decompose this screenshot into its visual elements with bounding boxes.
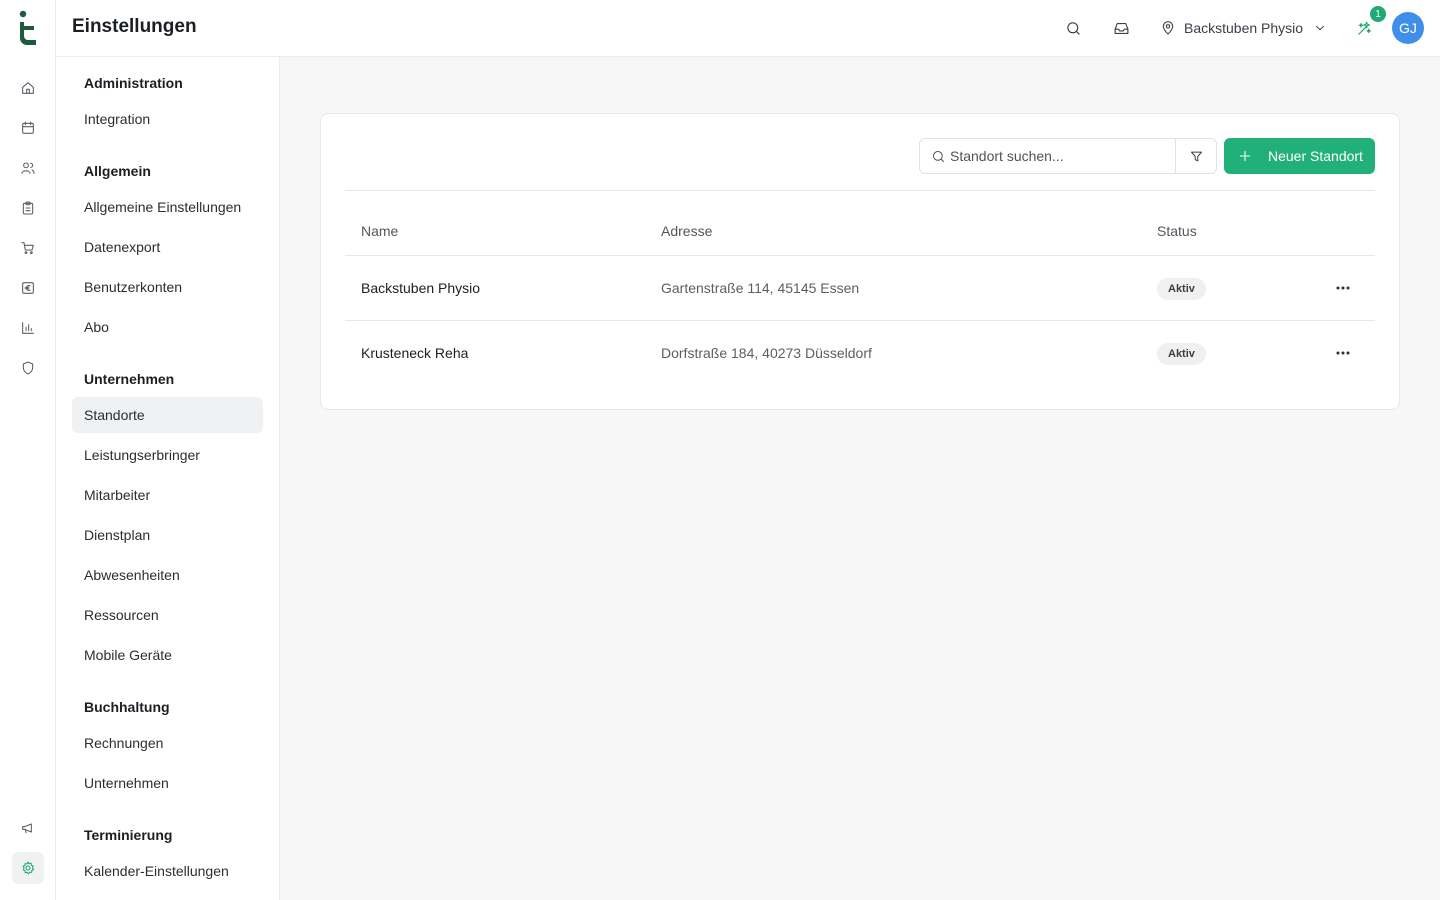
nav-heading: Unternehmen [84, 371, 175, 387]
sidebar-item-rechnungen[interactable]: Rechnungen [72, 725, 263, 761]
nav-heading: Allgemein [84, 163, 151, 179]
nav-group-administration: Administration Integration [72, 65, 263, 141]
icon-rail [0, 0, 56, 900]
settings-sidebar: Administration Integration Allgemein All… [56, 57, 280, 900]
sidebar-item-unternehmen[interactable]: Unternehmen [72, 765, 263, 801]
row-menu-button[interactable] [1329, 276, 1357, 300]
top-bar: Einstellungen Backstuben Physio 1 GJ [56, 0, 1440, 57]
sidebar-item-standorte[interactable]: Standorte [72, 397, 263, 433]
sidebar-item-leistungserbringer[interactable]: Leistungserbringer [72, 437, 263, 473]
nav-group-terminierung: Terminierung Kalender-Einstellungen [72, 817, 263, 893]
users-icon[interactable] [12, 152, 44, 184]
sidebar-item-benutzerkonten[interactable]: Benutzerkonten [72, 269, 263, 305]
location-name: Krusteneck Reha [361, 345, 469, 361]
sidebar-item-abo[interactable]: Abo [72, 309, 263, 345]
location-address: Gartenstraße 114, 45145 Essen [661, 280, 860, 296]
sidebar-item-ressourcen[interactable]: Ressourcen [72, 597, 263, 633]
status-badge: Aktiv [1157, 278, 1206, 300]
location-selector[interactable]: Backstuben Physio [1160, 14, 1327, 42]
home-icon[interactable] [12, 72, 44, 104]
shield-icon[interactable] [12, 352, 44, 384]
chevron-down-icon [1316, 25, 1325, 31]
sidebar-item-mobile-geraete[interactable]: Mobile Geräte [72, 637, 263, 673]
location-name: Backstuben Physio [361, 280, 481, 296]
column-header-status[interactable]: Status [1157, 223, 1197, 239]
more-horizontal-icon [1336, 351, 1350, 355]
search-icon[interactable] [1061, 16, 1085, 40]
new-location-button-label: Neuer Standort [1268, 148, 1363, 164]
notification-badge: 1 [1370, 6, 1386, 22]
nav-group-unternehmen: Unternehmen Standorte Leistungserbringer… [72, 361, 263, 677]
table-row[interactable]: Krusteneck Reha Dorfstraße 184, 40273 Dü… [345, 321, 1375, 386]
sidebar-item-integration[interactable]: Integration [72, 101, 263, 137]
sidebar-item-allgemeine-einstellungen[interactable]: Allgemeine Einstellungen [72, 189, 263, 225]
sidebar-item-dienstplan[interactable]: Dienstplan [72, 517, 263, 553]
euro-icon[interactable] [12, 272, 44, 304]
page-title: Einstellungen [72, 16, 197, 37]
map-pin-icon [1162, 21, 1174, 35]
app-logo[interactable] [16, 10, 40, 46]
status-badge: Aktiv [1157, 343, 1206, 365]
sidebar-item-datenexport[interactable]: Datenexport [72, 229, 263, 265]
avatar[interactable]: GJ [1392, 12, 1424, 44]
locations-toolbar: Neuer Standort [321, 114, 1401, 191]
filter-icon [1190, 151, 1202, 161]
inbox-icon[interactable] [1109, 16, 1133, 40]
location-selector-label: Backstuben Physio [1184, 20, 1304, 36]
calendar-icon[interactable] [12, 112, 44, 144]
sidebar-item-abwesenheiten[interactable]: Abwesenheiten [72, 557, 263, 593]
sidebar-item-kalender-einstellungen[interactable]: Kalender-Einstellungen [72, 853, 263, 889]
column-header-name[interactable]: Name [361, 223, 398, 239]
location-search [919, 138, 1217, 174]
more-horizontal-icon [1336, 286, 1350, 290]
nav-group-allgemein: Allgemein Allgemeine Einstellungen Daten… [72, 153, 263, 349]
megaphone-icon[interactable] [12, 812, 44, 844]
main-content: Neuer Standort Name Adresse Status Backs… [280, 57, 1440, 900]
nav-heading: Terminierung [84, 827, 173, 843]
bar-chart-icon[interactable] [12, 312, 44, 344]
nav-heading: Buchhaltung [84, 699, 170, 715]
nav-group-buchhaltung: Buchhaltung Rechnungen Unternehmen [72, 689, 263, 805]
search-input[interactable] [950, 141, 1168, 171]
table-header: Name Adresse Status [345, 191, 1375, 256]
filter-button[interactable] [1175, 139, 1216, 173]
cart-icon[interactable] [12, 232, 44, 264]
nav-heading: Administration [84, 75, 183, 91]
table-row[interactable]: Backstuben Physio Gartenstraße 114, 4514… [345, 256, 1375, 321]
location-address: Dorfstraße 184, 40273 Düsseldorf [661, 345, 872, 361]
locations-card: Neuer Standort Name Adresse Status Backs… [320, 113, 1400, 410]
gear-icon[interactable] [12, 852, 44, 884]
plus-icon [1239, 150, 1251, 162]
new-location-button[interactable]: Neuer Standort [1224, 138, 1375, 174]
row-menu-button[interactable] [1329, 341, 1357, 365]
sidebar-item-mitarbeiter[interactable]: Mitarbeiter [72, 477, 263, 513]
column-header-address[interactable]: Adresse [661, 223, 712, 239]
clipboard-icon[interactable] [12, 192, 44, 224]
locations-table: Name Adresse Status Backstuben Physio Ga… [345, 191, 1375, 386]
